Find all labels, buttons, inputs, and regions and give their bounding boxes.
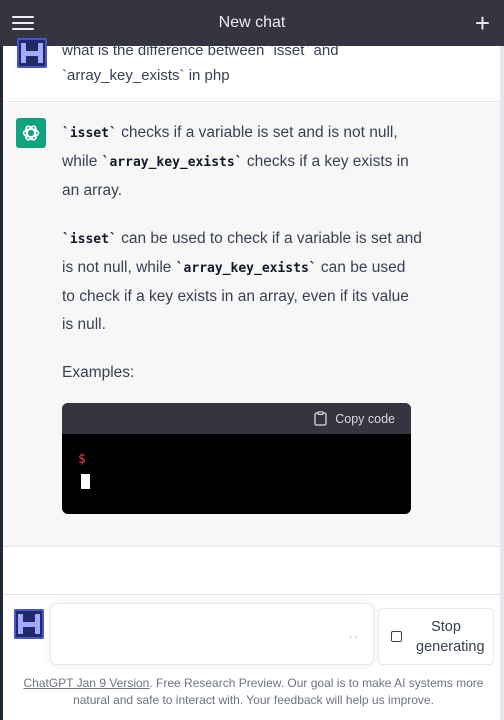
answer-paragraph-2: `isset` can be used to check if a variab… (62, 230, 422, 333)
message-input[interactable] (51, 604, 373, 664)
loading-dots-icon: ·· (348, 629, 359, 644)
stop-icon (391, 631, 402, 642)
code-block: Copy code $ (62, 403, 411, 514)
shell-prompt: $ (78, 452, 86, 467)
assistant-message: `isset` checks if a variable is set and … (3, 103, 500, 547)
copy-code-button[interactable]: Copy code (314, 411, 395, 426)
new-chat-button[interactable]: + (475, 10, 490, 36)
stop-generating-button[interactable]: Stop generating (378, 608, 494, 665)
code-content: $ (62, 434, 411, 507)
assistant-message-body: `isset` checks if a variable is set and … (62, 119, 422, 514)
code-block-header: Copy code (62, 403, 411, 434)
clipboard-icon (314, 411, 327, 426)
answer-paragraph-1: `isset` checks if a variable is set and … (62, 124, 409, 199)
user-avatar-bottom (14, 609, 44, 639)
copy-code-label: Copy code (335, 411, 395, 426)
hamburger-icon (12, 16, 34, 18)
version-link[interactable]: ChatGPT Jan 9 Version (24, 676, 150, 690)
composer-area: ·· Stop generating ChatGPT Jan 9 Version… (3, 594, 500, 720)
user-avatar (17, 38, 47, 68)
user-message-text: what is the difference between `isset` a… (62, 42, 339, 84)
message-input-box[interactable]: ·· (50, 603, 374, 665)
page-title: New chat (218, 14, 286, 31)
menu-button[interactable] (12, 12, 34, 34)
chatgpt-logo-icon (16, 118, 46, 148)
stop-generating-label: Stop generating (416, 618, 485, 655)
scrollbar-track[interactable] (500, 0, 504, 720)
examples-label: Examples: (62, 364, 135, 381)
footer-disclaimer: ChatGPT Jan 9 Version. Free Research Pre… (23, 676, 484, 707)
typing-cursor (81, 474, 90, 489)
user-message: what is the difference between `isset` a… (3, 38, 500, 102)
